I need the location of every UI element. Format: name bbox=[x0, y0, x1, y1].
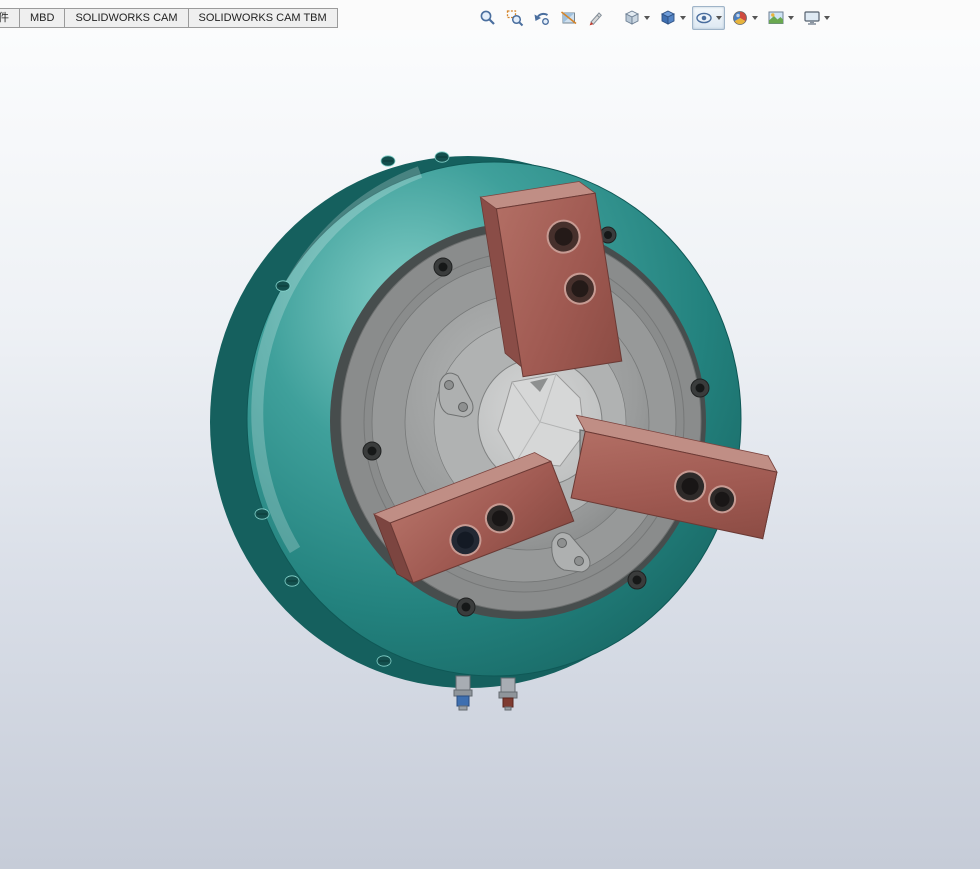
tab-mbd-label: MBD bbox=[30, 12, 55, 24]
tab-mbd[interactable]: MBD bbox=[20, 8, 66, 28]
section-view-icon bbox=[561, 11, 577, 25]
display-style-icon bbox=[660, 10, 676, 25]
edit-appearance-icon bbox=[733, 11, 747, 25]
view-orientation-dropdown-caret[interactable] bbox=[644, 16, 650, 20]
dynamic-annotation-views-icon bbox=[589, 12, 602, 26]
bottom-fitting-left bbox=[453, 675, 473, 711]
command-manager-tabs: 件 MBD SOLIDWORKS CAM SOLIDWORKS CAM TBM bbox=[0, 8, 338, 28]
dynamic-annotation-views-button[interactable] bbox=[584, 6, 608, 30]
tab-solidworks-cam[interactable]: SOLIDWORKS CAM bbox=[65, 8, 189, 28]
graphics-viewport[interactable] bbox=[0, 30, 980, 869]
top-bar: 件 MBD SOLIDWORKS CAM SOLIDWORKS CAM TBM bbox=[0, 0, 980, 30]
edit-appearance-button[interactable] bbox=[728, 6, 761, 30]
toolbar-separator bbox=[611, 18, 617, 19]
apply-scene-button[interactable] bbox=[764, 6, 797, 30]
edit-appearance-dropdown-caret[interactable] bbox=[752, 16, 758, 20]
chuck-model bbox=[210, 151, 778, 711]
tab-solidworks-cam-tbm-label: SOLIDWORKS CAM TBM bbox=[198, 12, 327, 24]
zoom-to-fit-button[interactable] bbox=[476, 6, 500, 30]
tab-solidworks-cam-label: SOLIDWORKS CAM bbox=[75, 12, 178, 24]
view-orientation-icon bbox=[624, 10, 640, 25]
view-settings-icon bbox=[804, 11, 820, 25]
hide-show-items-button[interactable] bbox=[692, 6, 725, 30]
view-settings-dropdown-caret[interactable] bbox=[824, 16, 830, 20]
section-view-button[interactable] bbox=[557, 6, 581, 30]
apply-scene-icon bbox=[768, 11, 784, 24]
heads-up-view-toolbar bbox=[476, 5, 833, 31]
bottom-fitting-right bbox=[498, 677, 518, 711]
apply-scene-dropdown-caret[interactable] bbox=[788, 16, 794, 20]
tab-solidworks-cam-tbm[interactable]: SOLIDWORKS CAM TBM bbox=[188, 8, 338, 28]
view-orientation-button[interactable] bbox=[620, 6, 653, 30]
hide-show-items-dropdown-caret[interactable] bbox=[716, 16, 722, 20]
display-style-dropdown-caret[interactable] bbox=[680, 16, 686, 20]
tab-partial[interactable]: 件 bbox=[0, 8, 20, 28]
previous-view-icon bbox=[534, 12, 549, 25]
previous-view-button[interactable] bbox=[530, 6, 554, 30]
zoom-to-fit-icon bbox=[480, 10, 495, 25]
tab-partial-label: 件 bbox=[0, 12, 9, 24]
zoom-to-area-button[interactable] bbox=[503, 6, 527, 30]
zoom-to-area-icon bbox=[506, 10, 524, 27]
display-style-button[interactable] bbox=[656, 6, 689, 30]
view-settings-button[interactable] bbox=[800, 6, 833, 30]
hide-show-items-icon bbox=[696, 12, 712, 24]
